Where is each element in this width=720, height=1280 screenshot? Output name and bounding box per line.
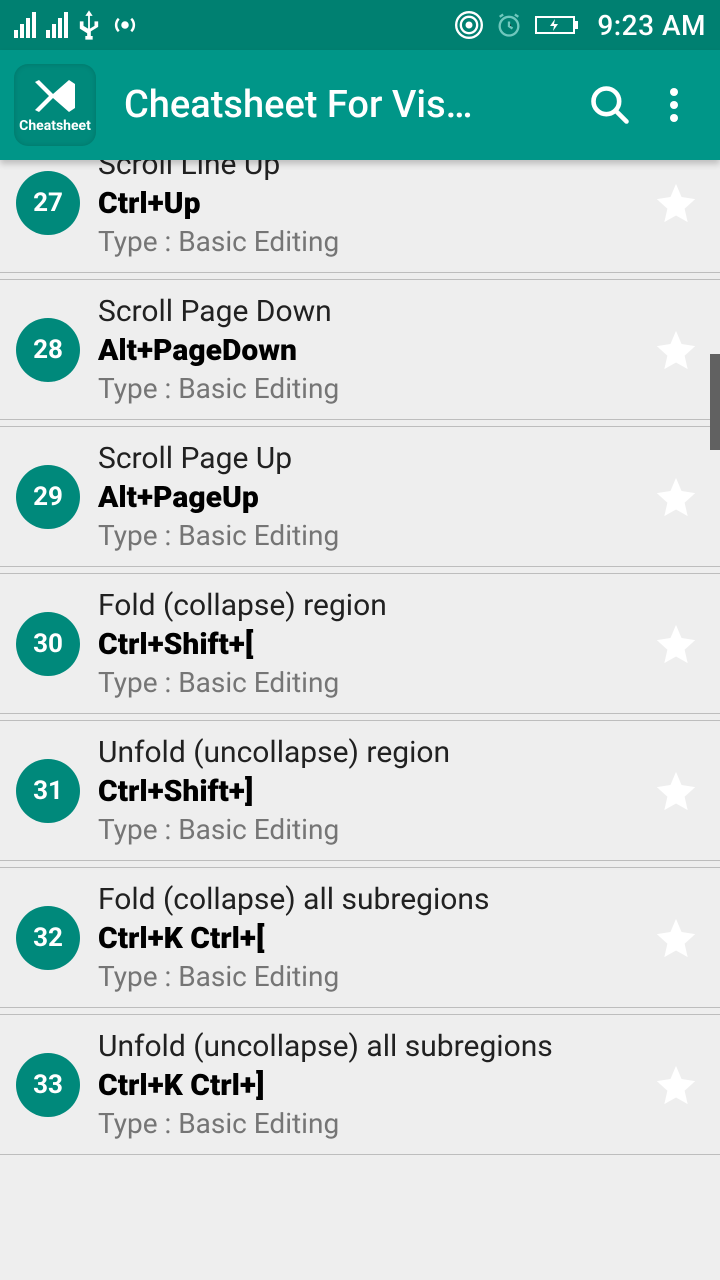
item-title: Fold (collapse) all subregions	[98, 882, 642, 917]
favorite-button[interactable]	[650, 177, 702, 229]
item-title: Unfold (uncollapse) all subregions	[98, 1029, 642, 1064]
signal-1-icon	[14, 12, 36, 38]
star-icon	[653, 1062, 699, 1108]
app-logo-icon	[29, 76, 81, 116]
favorite-button[interactable]	[650, 912, 702, 964]
list-item[interactable]: 28 Scroll Page Down Alt+PageDown Type : …	[0, 279, 720, 420]
item-shortcut: Ctrl+Shift+]	[98, 774, 642, 809]
list-item[interactable]: 27 Scroll Line Up Ctrl+Up Type : Basic E…	[0, 160, 720, 273]
shortcut-list[interactable]: Type : Basic Editing 27 Scroll Line Up C…	[0, 160, 720, 1280]
item-content: Fold (collapse) all subregions Ctrl+K Ct…	[98, 882, 642, 993]
star-icon	[653, 474, 699, 520]
item-content: Scroll Page Down Alt+PageDown Type : Bas…	[98, 294, 642, 405]
item-shortcut: Alt+PageDown	[98, 333, 642, 368]
usb-icon	[78, 10, 100, 40]
item-type: Type : Basic Editing	[98, 666, 642, 699]
item-number-badge: 32	[16, 906, 80, 970]
item-title: Scroll Page Up	[98, 441, 642, 476]
item-number-badge: 30	[16, 612, 80, 676]
item-number-badge: 33	[16, 1053, 80, 1117]
item-number-badge: 29	[16, 465, 80, 529]
battery-charging-icon	[535, 14, 579, 36]
alarm-icon	[495, 11, 523, 39]
list-item[interactable]: 32 Fold (collapse) all subregions Ctrl+K…	[0, 867, 720, 1008]
list-item[interactable]: 29 Scroll Page Up Alt+PageUp Type : Basi…	[0, 426, 720, 567]
star-icon	[653, 768, 699, 814]
list-item[interactable]: 33 Unfold (uncollapse) all subregions Ct…	[0, 1014, 720, 1155]
item-type: Type : Basic Editing	[98, 1107, 642, 1140]
list-item[interactable]: 31 Unfold (uncollapse) region Ctrl+Shift…	[0, 720, 720, 861]
status-bar: 9:23 AM	[0, 0, 720, 50]
item-title: Fold (collapse) region	[98, 588, 642, 623]
status-right: 9:23 AM	[455, 9, 706, 42]
search-button[interactable]	[578, 73, 642, 137]
star-icon	[653, 621, 699, 667]
item-content: Fold (collapse) region Ctrl+Shift+[ Type…	[98, 588, 642, 699]
signal-2-icon	[46, 12, 68, 38]
status-clock: 9:23 AM	[597, 9, 706, 42]
item-shortcut: Ctrl+Up	[98, 186, 642, 221]
item-shortcut: Ctrl+Shift+[	[98, 627, 642, 662]
item-number-badge: 28	[16, 318, 80, 382]
item-content: Scroll Line Up Ctrl+Up Type : Basic Edit…	[98, 160, 642, 258]
scrollbar-thumb[interactable]	[710, 354, 720, 450]
item-content: Unfold (uncollapse) all subregions Ctrl+…	[98, 1029, 642, 1140]
star-icon	[653, 915, 699, 961]
star-icon	[653, 180, 699, 226]
item-title: Unfold (uncollapse) region	[98, 735, 642, 770]
item-content: Unfold (uncollapse) region Ctrl+Shift+] …	[98, 735, 642, 846]
list-item[interactable]: 30 Fold (collapse) region Ctrl+Shift+[ T…	[0, 573, 720, 714]
item-shortcut: Ctrl+K Ctrl+]	[98, 1068, 642, 1103]
star-icon	[653, 327, 699, 373]
app-logo-caption: Cheatsheet	[19, 118, 91, 134]
item-shortcut: Ctrl+K Ctrl+[	[98, 921, 642, 956]
item-type: Type : Basic Editing	[98, 813, 642, 846]
item-type: Type : Basic Editing	[98, 960, 642, 993]
favorite-button[interactable]	[650, 1059, 702, 1111]
item-type: Type : Basic Editing	[98, 372, 642, 405]
item-title: Scroll Line Up	[98, 160, 642, 182]
cast-icon	[455, 11, 483, 39]
item-shortcut: Alt+PageUp	[98, 480, 642, 515]
app-title: Cheatsheet For Vis…	[124, 83, 578, 127]
item-type: Type : Basic Editing	[98, 519, 642, 552]
favorite-button[interactable]	[650, 618, 702, 670]
item-title: Scroll Page Down	[98, 294, 642, 329]
status-left	[14, 10, 455, 40]
favorite-button[interactable]	[650, 471, 702, 523]
item-content: Scroll Page Up Alt+PageUp Type : Basic E…	[98, 441, 642, 552]
item-type: Type : Basic Editing	[98, 225, 642, 258]
app-logo[interactable]: Cheatsheet	[14, 64, 96, 146]
item-number-badge: 27	[16, 171, 80, 235]
overflow-menu-button[interactable]	[642, 73, 706, 137]
favorite-button[interactable]	[650, 765, 702, 817]
app-bar: Cheatsheet Cheatsheet For Vis…	[0, 50, 720, 160]
search-icon	[588, 83, 632, 127]
more-vert-icon	[670, 88, 678, 122]
item-number-badge: 31	[16, 759, 80, 823]
favorite-button[interactable]	[650, 324, 702, 376]
hotspot-icon	[110, 10, 140, 40]
